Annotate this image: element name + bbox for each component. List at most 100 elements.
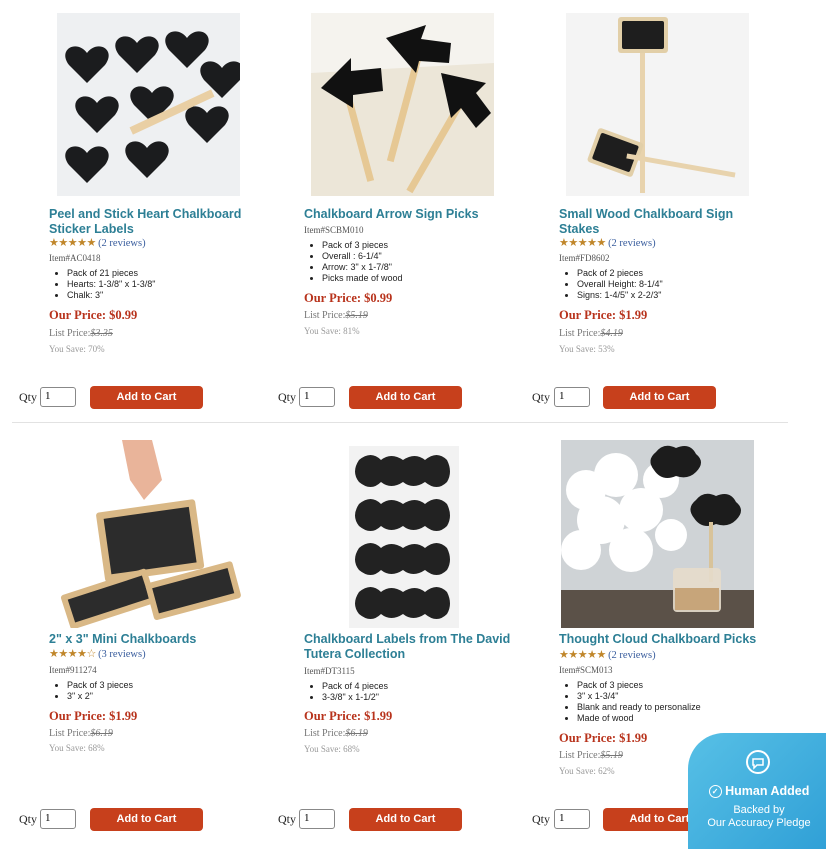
qty-label: Qty: [532, 812, 550, 826]
review-count-link[interactable]: (3 reviews): [98, 649, 146, 660]
you-save: You Save: 70%: [49, 344, 105, 354]
product-image-heart-stickers[interactable]: [57, 13, 240, 196]
list-price-label: List Price:: [304, 728, 346, 739]
product-image-thought-cloud-picks[interactable]: [561, 440, 754, 628]
product-title-link[interactable]: 2" x 3" Mini Chalkboards: [49, 632, 259, 647]
list-price: List Price:$6.19: [304, 728, 368, 739]
feature-item: 3" x 1-3/4": [577, 691, 701, 702]
our-price: Our Price: $1.99: [559, 308, 647, 323]
product-image-mini-chalkboards[interactable]: [52, 440, 242, 628]
product-features: Pack of 21 pieces Hearts: 1-3/8" x 1-3/8…: [49, 268, 155, 301]
product-features: Pack of 4 pieces 3-3/8" x 1-1/2": [304, 681, 388, 703]
price-label: Our Price:: [49, 308, 107, 322]
quantity-input[interactable]: 1: [554, 809, 590, 829]
add-to-cart-button[interactable]: Add to Cart: [349, 808, 462, 831]
product-image-david-tutera-labels[interactable]: [349, 446, 459, 628]
rating-stars[interactable]: ★★★★★ (2 reviews): [559, 648, 656, 661]
price-value: $0.99: [364, 291, 393, 305]
you-save: You Save: 68%: [304, 744, 360, 754]
review-count-link[interactable]: (2 reviews): [608, 650, 656, 661]
list-price-value: $5.19: [345, 310, 368, 321]
list-price-value: $3.35: [90, 328, 113, 339]
quantity-input[interactable]: 1: [554, 387, 590, 407]
quantity-input[interactable]: 1: [299, 387, 335, 407]
badge-line1: Backed by: [733, 804, 785, 816]
item-number: Item#DT3115: [304, 666, 355, 676]
star-rating-icon: ★★★★★: [559, 237, 606, 249]
list-price: List Price:$5.19: [559, 750, 623, 761]
review-count-link[interactable]: (2 reviews): [608, 238, 656, 249]
product-image-arrow-picks[interactable]: [311, 13, 494, 196]
our-price: Our Price: $0.99: [304, 291, 392, 306]
list-price-value: $5.19: [600, 750, 623, 761]
star-rating-icon: ★★★★☆: [49, 648, 96, 660]
price-label: Our Price:: [559, 731, 617, 745]
qty-label: Qty: [532, 390, 550, 404]
price-label: Our Price:: [304, 709, 362, 723]
feature-item: Chalk: 3": [67, 290, 155, 301]
feature-item: Pack of 4 pieces: [322, 681, 388, 692]
our-price: Our Price: $1.99: [559, 731, 647, 746]
quantity-input[interactable]: 1: [299, 809, 335, 829]
product-title-link[interactable]: Small Wood Chalkboard Sign Stakes: [559, 207, 769, 237]
price-label: Our Price:: [49, 709, 107, 723]
accuracy-pledge-badge[interactable]: ✓ Human Added Backed by Our Accuracy Ple…: [688, 733, 826, 849]
product-image-sign-stakes[interactable]: [566, 13, 749, 196]
price-label: Our Price:: [304, 291, 362, 305]
product-features: Pack of 3 pieces 3" x 2": [49, 680, 133, 702]
check-circle-icon: ✓: [708, 785, 722, 798]
you-save: You Save: 81%: [304, 326, 360, 336]
you-save: You Save: 68%: [49, 743, 105, 753]
feature-item: Picks made of wood: [322, 273, 403, 284]
list-price: List Price:$6.19: [49, 728, 113, 739]
product-title-link[interactable]: Peel and Stick Heart Chalkboard Sticker …: [49, 207, 259, 237]
you-save: You Save: 62%: [559, 766, 615, 776]
feature-item: Signs: 1-4/5" x 2-2/3": [577, 290, 663, 301]
product-features: Pack of 2 pieces Overall Height: 8-1/4" …: [559, 268, 663, 301]
product-features: Pack of 3 pieces Overall : 6-1/4" Arrow:…: [304, 240, 403, 284]
item-number: Item#SCM013: [559, 665, 613, 675]
feature-item: Pack of 3 pieces: [577, 680, 701, 691]
review-count-link[interactable]: (2 reviews): [98, 238, 146, 249]
item-number: Item#FD8602: [559, 253, 610, 263]
rating-stars[interactable]: ★★★★☆ (3 reviews): [49, 647, 146, 660]
product-title-link[interactable]: Chalkboard Arrow Sign Picks: [304, 207, 514, 222]
list-price-value: $6.19: [345, 728, 368, 739]
list-price-value: $6.19: [90, 728, 113, 739]
add-to-cart-button[interactable]: Add to Cart: [603, 386, 716, 409]
list-price-label: List Price:: [49, 728, 91, 739]
qty-label: Qty: [278, 390, 296, 404]
price-value: $1.99: [619, 731, 648, 745]
price-value: $1.99: [364, 709, 393, 723]
star-rating-icon: ★★★★★: [559, 649, 606, 661]
rating-stars[interactable]: ★★★★★ (2 reviews): [49, 236, 146, 249]
list-price-label: List Price:: [559, 750, 601, 761]
chat-bubble-icon: [746, 750, 770, 774]
qty-label: Qty: [19, 812, 37, 826]
feature-item: Overall Height: 8-1/4": [577, 279, 663, 290]
list-price-label: List Price:: [559, 328, 601, 339]
item-number: Item#SCBM010: [304, 225, 364, 235]
our-price: Our Price: $1.99: [304, 709, 392, 724]
product-features: Pack of 3 pieces 3" x 1-3/4" Blank and r…: [559, 680, 701, 724]
you-save: You Save: 53%: [559, 344, 615, 354]
quantity-input[interactable]: 1: [40, 809, 76, 829]
add-to-cart-button[interactable]: Add to Cart: [349, 386, 462, 409]
add-to-cart-button[interactable]: Add to Cart: [90, 808, 203, 831]
add-to-cart-button[interactable]: Add to Cart: [90, 386, 203, 409]
feature-item: Pack of 3 pieces: [322, 240, 403, 251]
product-title-link[interactable]: Chalkboard Labels from The David Tutera …: [304, 632, 514, 662]
list-price: List Price:$3.35: [49, 328, 113, 339]
star-rating-icon: ★★★★★: [49, 237, 96, 249]
list-price: List Price:$5.19: [304, 310, 368, 321]
feature-item: Pack of 21 pieces: [67, 268, 155, 279]
price-value: $1.99: [109, 709, 138, 723]
feature-item: Made of wood: [577, 713, 701, 724]
product-title-link[interactable]: Thought Cloud Chalkboard Picks: [559, 632, 769, 647]
qty-label: Qty: [278, 812, 296, 826]
list-price-label: List Price:: [49, 328, 91, 339]
feature-item: Blank and ready to personalize: [577, 702, 701, 713]
quantity-input[interactable]: 1: [40, 387, 76, 407]
rating-stars[interactable]: ★★★★★ (2 reviews): [559, 236, 656, 249]
feature-item: Overall : 6-1/4": [322, 251, 403, 262]
